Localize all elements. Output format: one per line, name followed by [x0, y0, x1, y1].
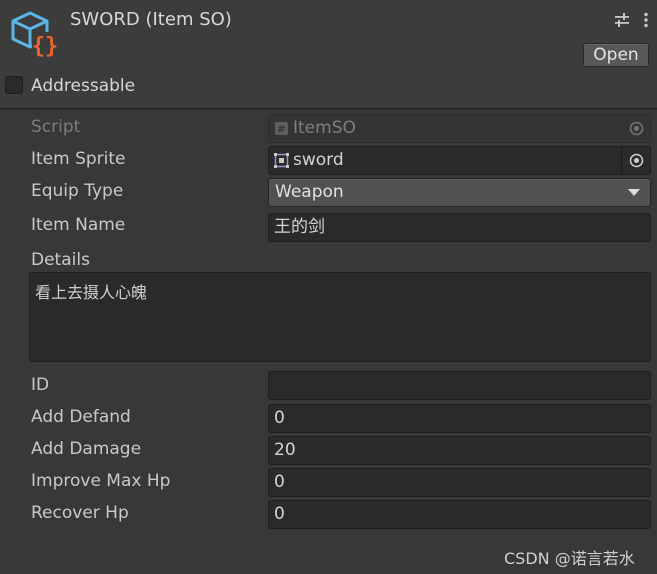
watermark: CSDN @诺言若水 — [504, 549, 635, 568]
item-name-field[interactable]: 王的剑 — [268, 213, 651, 242]
sprite-icon — [274, 153, 289, 168]
svg-text:{}: {} — [32, 34, 59, 58]
addressable-checkbox[interactable] — [5, 76, 23, 94]
page-title: SWORD (Item SO) — [70, 9, 232, 30]
item-sprite-value: sword — [293, 150, 344, 170]
object-picker-icon — [629, 121, 644, 136]
equip-type-label: Equip Type — [31, 181, 124, 201]
header-divider — [0, 109, 657, 110]
recover-hp-field[interactable]: 0 — [268, 500, 651, 529]
item-sprite-label: Item Sprite — [31, 149, 126, 169]
script-field: # ItemSO — [268, 114, 651, 143]
script-file-icon: # — [275, 122, 288, 136]
chevron-down-icon — [628, 189, 640, 196]
kebab-menu-icon[interactable] — [638, 12, 654, 28]
picker-divider — [621, 147, 622, 174]
open-button[interactable]: Open — [583, 43, 649, 67]
improve-max-hp-field[interactable]: 0 — [268, 468, 651, 497]
script-value: ItemSO — [293, 118, 356, 138]
object-picker-icon[interactable] — [629, 153, 644, 168]
svg-text:#: # — [277, 125, 285, 136]
equip-type-dropdown[interactable]: Weapon — [268, 178, 651, 207]
addressable-label: Addressable — [31, 76, 136, 96]
recover-hp-label: Recover Hp — [31, 503, 129, 523]
details-label: Details — [31, 250, 90, 270]
equip-type-value: Weapon — [275, 182, 344, 202]
item-name-label: Item Name — [31, 215, 126, 235]
sliders-icon[interactable] — [614, 12, 630, 28]
add-damage-label: Add Damage — [31, 439, 142, 459]
inspector-header: {} SWORD (Item SO) Open Addressable — [0, 0, 657, 109]
id-label: ID — [31, 375, 50, 395]
id-field[interactable] — [268, 371, 651, 400]
scriptable-object-icon: {} — [11, 11, 59, 58]
improve-max-hp-label: Improve Max Hp — [31, 471, 171, 491]
item-sprite-field[interactable]: sword — [268, 146, 651, 175]
add-defand-label: Add Defand — [31, 407, 131, 427]
script-label: Script — [31, 117, 81, 137]
add-defand-field[interactable]: 0 — [268, 404, 651, 433]
add-damage-field[interactable]: 20 — [268, 436, 651, 465]
details-textarea[interactable]: 看上去摄人心魄 — [29, 272, 651, 362]
